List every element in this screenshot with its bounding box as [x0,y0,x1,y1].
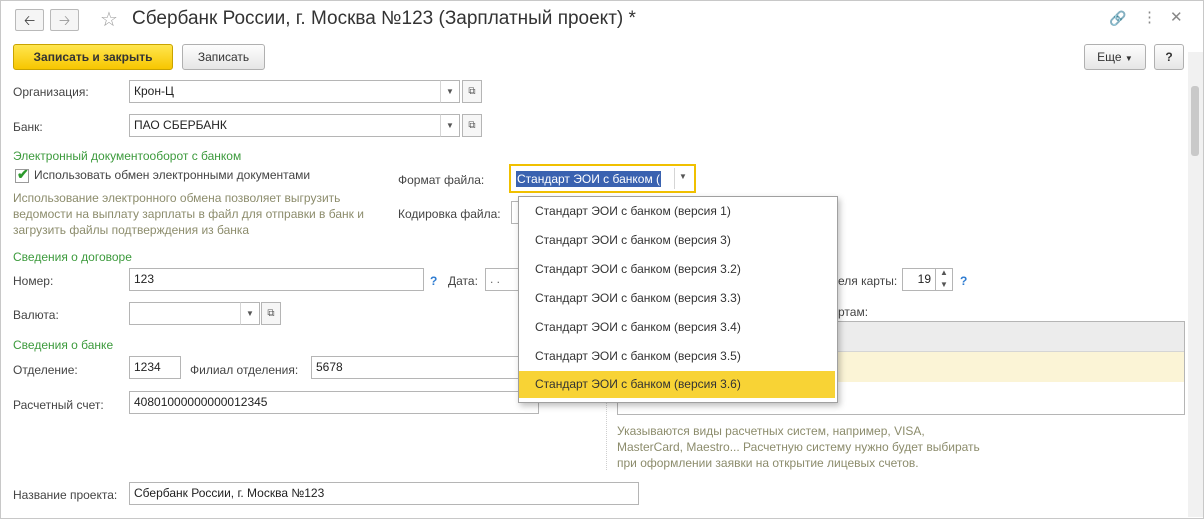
currency-dropdown-button[interactable]: ▼ [240,302,260,325]
currency-label: Валюта: [13,308,59,322]
number-field[interactable]: 123 [129,268,424,291]
contract-group-title: Сведения о договоре [13,250,132,264]
dropdown-option[interactable]: Стандарт ЭОИ с банком (версия 3.3) [519,285,835,312]
help-icon[interactable]: ? [960,274,967,288]
card-term-stepper[interactable]: ▲ ▼ [935,268,953,291]
currency-open-button[interactable]: ⧉ [261,302,281,325]
file-format-label: Формат файла: [398,173,485,187]
chevron-down-icon: ▼ [446,121,454,130]
file-format-dropdown-list[interactable]: Стандарт ЭОИ с банком (версия 1) Стандар… [518,196,838,403]
use-edo-checkbox[interactable]: ✔ [15,166,29,183]
save-and-close-button[interactable]: Записать и закрыть [13,44,173,70]
project-name-field[interactable]: Сбербанк России, г. Москва №123 [129,482,639,505]
save-button[interactable]: Записать [182,44,265,70]
cards-label: ртам: [838,305,869,319]
encoding-label: Кодировка файла: [398,207,501,221]
stepper-up-icon[interactable]: ▲ [940,268,948,277]
more-button[interactable]: Еще ▼ [1084,44,1146,70]
payment-hint-line-3: при оформлении заявки на открытие лицевы… [617,456,919,470]
number-label: Номер: [13,274,54,288]
account-label: Расчетный счет: [13,398,104,412]
star-icon[interactable]: ☆ [100,7,118,32]
date-label: Дата: [448,274,478,288]
dropdown-option[interactable]: Стандарт ЭОИ с банком (версия 3) [519,227,835,254]
bank-group-title: Сведения о банке [13,338,114,352]
bank-dropdown-button[interactable]: ▼ [440,114,460,137]
organization-dropdown-button[interactable]: ▼ [440,80,460,103]
bank-open-button[interactable]: ⧉ [462,114,482,137]
sub-branch-label: Филиал отделения: [190,363,299,377]
account-field[interactable]: 40801000000000012345 [129,391,539,414]
open-icon: ⧉ [468,120,476,131]
link-icon[interactable]: 🔗 [1109,10,1126,27]
dropdown-option-selected[interactable]: Стандарт ЭОИ с банком (версия 3.6) [519,371,835,398]
arrow-left-icon: 🡠 [23,12,36,28]
select-divider [674,168,675,189]
close-icon[interactable]: ✕ [1170,8,1183,26]
chevron-down-icon: ▼ [246,309,254,318]
edo-hint-line-2: ведомости на выплату зарплаты в файл для… [13,207,364,221]
payment-hint-line-1: Указываются виды расчетных систем, напри… [617,424,925,438]
open-icon: ⧉ [468,86,476,97]
bank-field[interactable]: ПАО СБЕРБАНК [129,114,441,137]
dropdown-option[interactable]: Стандарт ЭОИ с банком (версия 3.2) [519,256,835,283]
hint-divider [606,398,608,470]
edo-hint-line-1: Использование электронного обмена позвол… [13,191,341,205]
branch-label: Отделение: [13,363,78,377]
scrollbar-thumb[interactable] [1191,86,1199,156]
file-format-value: Стандарт ЭОИ с банком ( [516,171,662,187]
use-edo-label[interactable]: Использовать обмен электронными документ… [34,168,310,182]
help-icon[interactable]: ? [430,274,437,288]
organization-open-button[interactable]: ⧉ [462,80,482,103]
help-button[interactable]: ? [1154,44,1184,70]
forward-button[interactable]: 🡢 [50,9,79,31]
back-button[interactable]: 🡠 [15,9,44,31]
more-vertical-icon[interactable]: ⋮ [1142,8,1157,26]
card-term-label: еля карты: [838,274,898,288]
sub-branch-field[interactable]: 5678 [311,356,539,379]
vertical-scrollbar[interactable] [1188,52,1203,517]
checkmark-icon: ✔ [17,166,29,182]
card-term-field[interactable]: 19 [902,268,936,291]
bank-label: Банк: [13,120,43,134]
open-icon: ⧉ [267,308,275,319]
dropdown-option[interactable]: Стандарт ЭОИ с банком (версия 1) [519,198,835,225]
project-name-label: Название проекта: [13,488,118,502]
dropdown-option[interactable]: Стандарт ЭОИ с банком (версия 3.4) [519,314,835,341]
payment-hint-line-2: MasterCard, Maestro... Расчетную систему… [617,440,980,454]
window-title: Сбербанк России, г. Москва №123 (Зарплат… [132,8,636,29]
chevron-down-icon: ▼ [446,87,454,96]
file-format-select[interactable]: Стандарт ЭОИ с банком ( ▼ [509,164,696,193]
edo-group-title: Электронный документооборот с банком [13,149,242,163]
organization-field[interactable]: Крон-Ц [129,80,441,103]
chevron-down-icon: ▼ [1124,54,1133,63]
chevron-down-icon[interactable]: ▼ [679,172,687,181]
arrow-right-icon: 🡢 [58,12,71,28]
organization-label: Организация: [13,85,89,99]
branch-field[interactable]: 1234 [129,356,181,379]
edo-hint-line-3: загрузить файлы подтверждения из банка [13,223,250,237]
dropdown-option[interactable]: Стандарт ЭОИ с банком (версия 3.5) [519,343,835,370]
stepper-down-icon[interactable]: ▼ [940,280,948,289]
currency-field[interactable] [129,302,241,325]
